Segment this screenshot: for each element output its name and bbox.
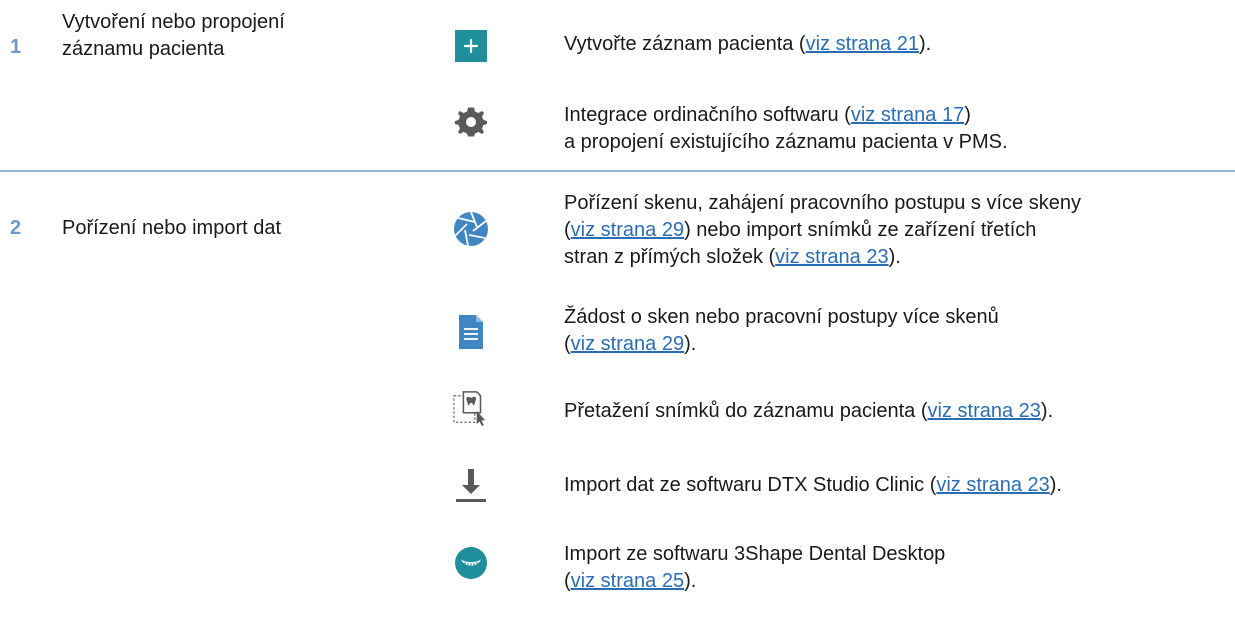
gear-icon: [452, 103, 490, 141]
section-title-1-line-1: Vytvoření nebo propojení: [62, 11, 285, 33]
row-scan-request: Žádost o sken nebo pracovní postupy více…: [564, 306, 999, 355]
row-drag-images: Přetažení snímků do záznamu pacienta (vi…: [564, 400, 1054, 422]
section-title-1: Vytvoření nebo propojení záznamu pacient…: [62, 9, 285, 63]
page-link-21[interactable]: viz strana 21: [806, 33, 919, 55]
page-link-23[interactable]: viz strana 23: [775, 246, 888, 268]
dental-arch-icon: [452, 544, 490, 582]
page-link-23[interactable]: viz strana 23: [936, 474, 1049, 496]
section-number-1: 1: [10, 36, 22, 58]
section-divider: [0, 170, 1235, 172]
row-import-dtx: Import dat ze softwaru DTX Studio Clinic…: [564, 474, 1062, 496]
page-link-23[interactable]: viz strana 23: [928, 400, 1041, 422]
drag-drop-icon: [452, 390, 490, 428]
plus-icon: [455, 30, 487, 62]
section-title-1-line-2: záznamu pacienta: [62, 38, 225, 60]
section-title-2-line-1: Pořízení nebo import dat: [62, 217, 282, 239]
aperture-icon: [452, 210, 490, 248]
section-number-2: 2: [10, 217, 22, 239]
row-pms-integration: Integrace ordinačního softwaru (viz stra…: [564, 104, 1008, 153]
download-icon: [452, 466, 490, 504]
row-create-patient: Vytvořte záznam pacienta (viz strana 21)…: [564, 33, 932, 55]
page-link-25[interactable]: viz strana 25: [571, 570, 684, 592]
page-link-17[interactable]: viz strana 17: [851, 104, 964, 126]
page-link-29[interactable]: viz strana 29: [571, 333, 684, 355]
row-acquire-scan: Pořízení skenu, zahájení pracovního post…: [564, 192, 1081, 268]
document-icon: [452, 313, 490, 351]
row-import-3shape: Import ze softwaru 3Shape Dental Desktop…: [564, 543, 946, 592]
section-title-2: Pořízení nebo import dat: [62, 215, 281, 242]
page-link-29[interactable]: viz strana 29: [571, 219, 684, 241]
